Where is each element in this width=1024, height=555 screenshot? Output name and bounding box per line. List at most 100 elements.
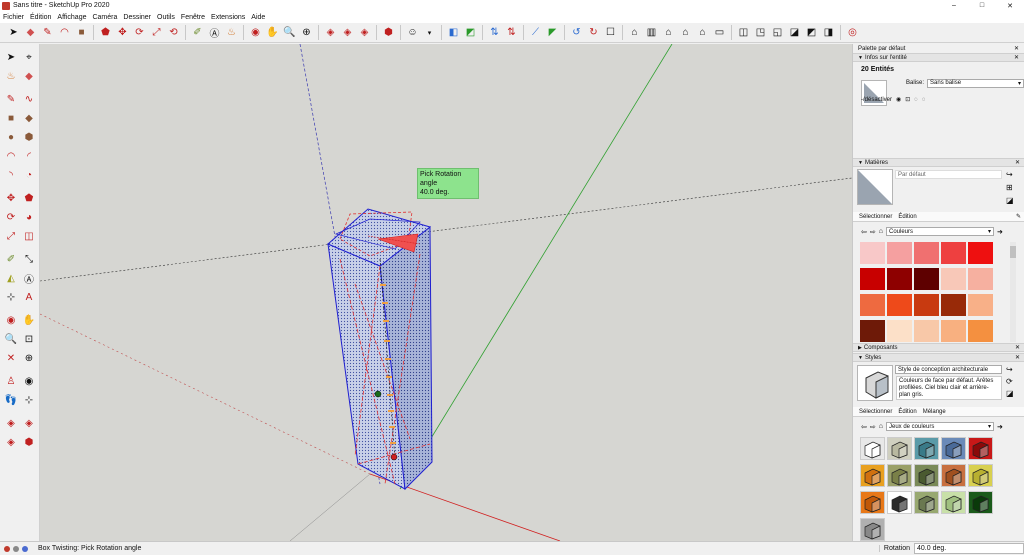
style-thumbnail[interactable] xyxy=(914,491,939,514)
style-thumbnail[interactable] xyxy=(968,491,993,514)
two-point-arc-icon[interactable]: ◜ xyxy=(21,149,37,165)
materials-close-icon[interactable]: ✕ xyxy=(1015,159,1020,166)
style-thumbnail[interactable] xyxy=(941,491,966,514)
previous-view-icon[interactable]: ⊕ xyxy=(21,351,37,367)
twist-tool-icon[interactable]: ↺ xyxy=(569,25,584,40)
details-arrow-icon[interactable]: ➜ xyxy=(997,228,1003,236)
text-tool-icon[interactable]: Ⓐ xyxy=(207,25,222,40)
zoom-icon[interactable]: 🔍 xyxy=(3,332,19,348)
forward-arrow-icon[interactable]: ⇨ xyxy=(870,423,876,431)
look-around-icon[interactable]: ◉ xyxy=(21,374,37,390)
warehouse-icon[interactable]: ◈ xyxy=(3,416,19,432)
select-tool-icon[interactable]: ➤ xyxy=(6,25,21,40)
tape-measure-icon[interactable]: ✐ xyxy=(190,25,205,40)
materials-collection-select[interactable]: Couleurs ▾ xyxy=(885,227,994,236)
entity-info-header[interactable]: ▼ Infos sur l'entité ✕ xyxy=(853,53,1024,62)
menu-fenetre[interactable]: Fenêtre xyxy=(178,14,208,21)
account-dropdown-icon[interactable]: ▾ xyxy=(422,25,437,40)
style-thumbnail[interactable] xyxy=(860,518,885,541)
styles-close-icon[interactable]: ✕ xyxy=(1015,354,1020,361)
axes-icon[interactable]: ⊹ xyxy=(3,290,19,306)
material-swatch[interactable] xyxy=(860,320,885,342)
material-swatch[interactable] xyxy=(860,268,885,290)
components-header[interactable]: ▶ Composants ✕ xyxy=(853,343,1024,352)
orbit-tool-icon[interactable]: ◉ xyxy=(248,25,263,40)
scale-tool-icon[interactable]: ⤢ xyxy=(149,25,164,40)
view-left-icon[interactable]: ▭ xyxy=(712,25,727,40)
style-name-field[interactable]: Style de conception architecturale xyxy=(895,365,1002,374)
geo-location-icon[interactable] xyxy=(4,545,10,552)
style-thumbnail[interactable] xyxy=(860,464,885,487)
close-button[interactable]: ✕ xyxy=(996,0,1024,11)
material-swatch[interactable] xyxy=(968,242,993,264)
offset-tool-icon[interactable]: ⟲ xyxy=(166,25,181,40)
arc-tool-icon[interactable]: ◠ xyxy=(57,25,72,40)
update-style-icon[interactable]: ⟳ xyxy=(1006,377,1013,386)
axes-red-blue-icon[interactable]: ⇅ xyxy=(504,25,519,40)
shadow-cast-icon[interactable]: ◌ xyxy=(914,97,918,103)
select-icon[interactable]: ➤ xyxy=(3,50,19,66)
dimension-icon[interactable]: ⤡ xyxy=(21,252,37,268)
rotate-tool-icon[interactable]: ⟳ xyxy=(132,25,147,40)
style-thumbnail[interactable] xyxy=(914,464,939,487)
sample-paint-icon[interactable]: ⊞ xyxy=(1006,183,1013,192)
rotated-rectangle-icon[interactable]: ◆ xyxy=(21,111,37,127)
bend-tool-icon[interactable]: ↻ xyxy=(586,25,601,40)
3d-viewport[interactable]: Pick Rotation angle 40.0 deg. xyxy=(40,44,852,541)
material-swatch[interactable] xyxy=(941,294,966,316)
extension-warehouse-icon[interactable]: ◈ xyxy=(3,435,19,451)
details-arrow-icon[interactable]: ➜ xyxy=(997,423,1003,431)
pencil-tool-icon[interactable]: ✎ xyxy=(40,25,55,40)
material-swatch[interactable] xyxy=(860,242,885,264)
box-twist-icon[interactable]: ☐ xyxy=(603,25,618,40)
textured-style-icon[interactable]: ◩ xyxy=(804,25,819,40)
move-tool-icon[interactable]: ✥ xyxy=(115,25,130,40)
style-thumbnail[interactable] xyxy=(941,464,966,487)
style-thumbnail[interactable] xyxy=(887,464,912,487)
forward-arrow-icon[interactable]: ⇨ xyxy=(870,228,876,236)
material-swatch[interactable] xyxy=(914,294,939,316)
materials-scrollbar[interactable] xyxy=(1010,242,1016,342)
material-swatch[interactable] xyxy=(887,242,912,264)
menu-extensions[interactable]: Extensions xyxy=(208,14,248,21)
tab-mix-styles[interactable]: Mélange xyxy=(923,409,946,415)
tab-select-styles[interactable]: Sélectionner xyxy=(859,409,892,415)
create-material-icon[interactable]: ↪ xyxy=(1006,170,1013,179)
zoom-window-icon[interactable]: ⊡ xyxy=(21,332,37,348)
rectangle-tool-icon[interactable]: ■ xyxy=(74,25,89,40)
zoom-extents-icon[interactable]: ✕ xyxy=(3,351,19,367)
section-plane-icon[interactable]: ◤ xyxy=(545,25,560,40)
ruby-console-icon[interactable]: ◎ xyxy=(845,25,860,40)
pan-icon[interactable]: ✋ xyxy=(21,313,37,329)
material-swatch[interactable] xyxy=(914,320,939,342)
material-swatch[interactable] xyxy=(860,294,885,316)
components-close-icon[interactable]: ✕ xyxy=(1015,344,1020,351)
twisted-box[interactable] xyxy=(327,208,433,491)
offset-icon[interactable]: ◫ xyxy=(21,229,37,245)
paint-bucket-icon[interactable]: ♨ xyxy=(224,25,239,40)
home-icon[interactable]: ⌂ xyxy=(879,228,883,235)
style-thumbnail[interactable] xyxy=(887,437,912,460)
push-pull-tool-icon[interactable]: ⬟ xyxy=(98,25,113,40)
make-component-icon[interactable]: ⌖ xyxy=(21,50,37,66)
extension-warehouse-icon[interactable]: ◈ xyxy=(357,25,372,40)
material-swatch[interactable] xyxy=(941,268,966,290)
walk-icon[interactable]: 👣 xyxy=(3,393,19,409)
shaded-style-icon[interactable]: ◪ xyxy=(787,25,802,40)
material-swatch[interactable] xyxy=(914,268,939,290)
move-icon[interactable]: ✥ xyxy=(3,191,19,207)
pie-icon[interactable]: ◔ xyxy=(21,168,37,184)
view-back-icon[interactable]: ⌂ xyxy=(695,25,710,40)
eyedropper-icon[interactable]: ✎ xyxy=(1016,213,1021,220)
entity-info-close-icon[interactable]: ✕ xyxy=(1014,54,1019,61)
monochrome-style-icon[interactable]: ◨ xyxy=(821,25,836,40)
styles-collection-select[interactable]: Jeux de couleurs ▾ xyxy=(885,422,994,431)
push-pull-icon[interactable]: ⬟ xyxy=(21,191,37,207)
style-thumbnail[interactable] xyxy=(860,491,885,514)
material-swatch[interactable] xyxy=(914,242,939,264)
material-swatch[interactable] xyxy=(968,294,993,316)
zoom-extents-icon[interactable]: ⊕ xyxy=(299,25,314,40)
style-builder-icon[interactable]: ◪ xyxy=(1006,389,1014,398)
style-thumbnail[interactable] xyxy=(968,464,993,487)
menu-fichier[interactable]: Fichier xyxy=(0,14,27,21)
